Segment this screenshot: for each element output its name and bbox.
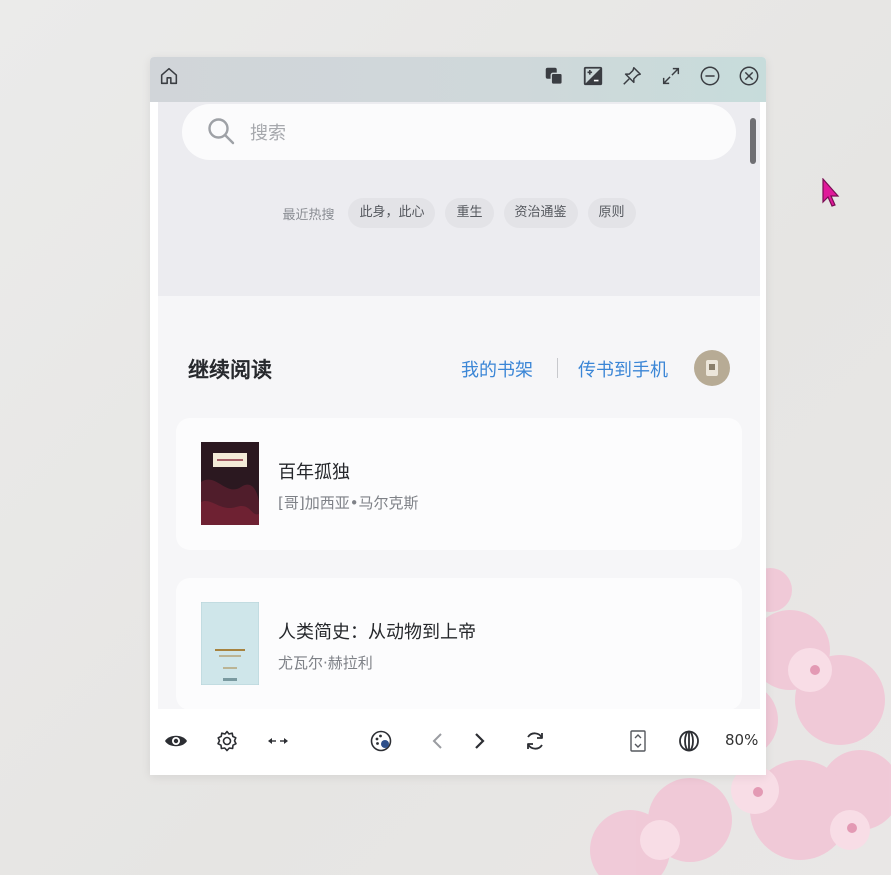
book-cover [201, 602, 259, 685]
auto-scroll-button[interactable] [675, 727, 703, 755]
copy-button[interactable] [541, 63, 567, 89]
continue-reading-header: 继续阅读 我的书架 传书到手机 [158, 342, 760, 392]
eye-button[interactable] [162, 727, 190, 755]
search-box[interactable] [182, 104, 736, 160]
home-icon [160, 67, 178, 85]
divider [557, 358, 558, 378]
pin-button[interactable] [619, 63, 645, 89]
hot-search-chip[interactable]: 此身，此心 [348, 198, 436, 228]
refresh-button[interactable] [521, 727, 549, 755]
book-title: 百年孤独 [278, 462, 350, 483]
width-toggle-button[interactable] [264, 727, 292, 755]
avatar[interactable] [694, 350, 730, 386]
book-cover [201, 442, 259, 525]
chevron-left-icon [432, 733, 442, 749]
book-card[interactable]: 人类简史：从动物到上帝 尤瓦尔·赫拉利 [176, 578, 742, 709]
palette-icon [370, 730, 392, 752]
minimize-button[interactable] [697, 63, 723, 89]
bottom-toolbar: 80% [150, 709, 766, 775]
my-shelf-link[interactable]: 我的书架 [461, 356, 533, 382]
expand-icon [662, 67, 680, 85]
close-icon [739, 66, 759, 86]
search-hero: 最近热搜 此身，此心 重生 资治通鉴 原则 [158, 102, 760, 296]
send-to-phone-link[interactable]: 传书到手机 [578, 356, 668, 382]
reader-window: 最近热搜 此身，此心 重生 资治通鉴 原则 继续阅读 我的书架 传书到手机 [150, 57, 766, 775]
copy-icon [545, 67, 563, 85]
hot-search-label: 最近热搜 [282, 207, 335, 223]
main-content: 最近热搜 此身，此心 重生 资治通鉴 原则 继续阅读 我的书架 传书到手机 [158, 102, 760, 709]
prev-page-button[interactable] [424, 727, 452, 755]
eye-icon [165, 735, 187, 747]
chevron-right-icon [475, 733, 485, 749]
section-title: 继续阅读 [188, 358, 272, 382]
settings-button[interactable] [213, 727, 241, 755]
next-page-button[interactable] [465, 727, 493, 755]
home-button[interactable] [156, 63, 182, 89]
expand-button[interactable] [658, 63, 684, 89]
book-title: 人类简史：从动物到上帝 [278, 622, 476, 643]
hot-search-chip[interactable]: 资治通鉴 [503, 198, 578, 228]
scrollbar-thumb[interactable] [750, 118, 756, 164]
search-icon [208, 118, 235, 145]
hot-search-row: 最近热搜 此身，此心 重生 资治通鉴 原则 [158, 197, 760, 229]
close-button[interactable] [736, 63, 762, 89]
hot-search-chip[interactable]: 原则 [587, 198, 636, 228]
zoom-level[interactable]: 80% [725, 731, 758, 749]
mouse-cursor [822, 178, 840, 207]
title-bar [150, 57, 766, 102]
minimize-icon [700, 66, 720, 86]
gear-icon [217, 730, 237, 752]
book-author: [哥]加西亚•马尔克斯 [278, 494, 419, 512]
contrast-button[interactable] [580, 63, 606, 89]
scroll-mode-button[interactable] [624, 727, 652, 755]
pin-icon [623, 67, 641, 85]
hot-search-chip[interactable]: 重生 [445, 198, 494, 228]
scroll-wheel-icon [679, 730, 699, 752]
phone-book-icon [706, 360, 718, 376]
horizontal-arrows-icon [268, 738, 288, 744]
refresh-icon [527, 732, 543, 750]
contrast-icon [583, 66, 603, 86]
theme-button[interactable] [367, 727, 395, 755]
page-scroll-icon [630, 730, 646, 752]
search-input[interactable] [248, 118, 692, 148]
book-card[interactable]: 百年孤独 [哥]加西亚•马尔克斯 [176, 418, 742, 550]
book-author: 尤瓦尔·赫拉利 [278, 654, 373, 672]
